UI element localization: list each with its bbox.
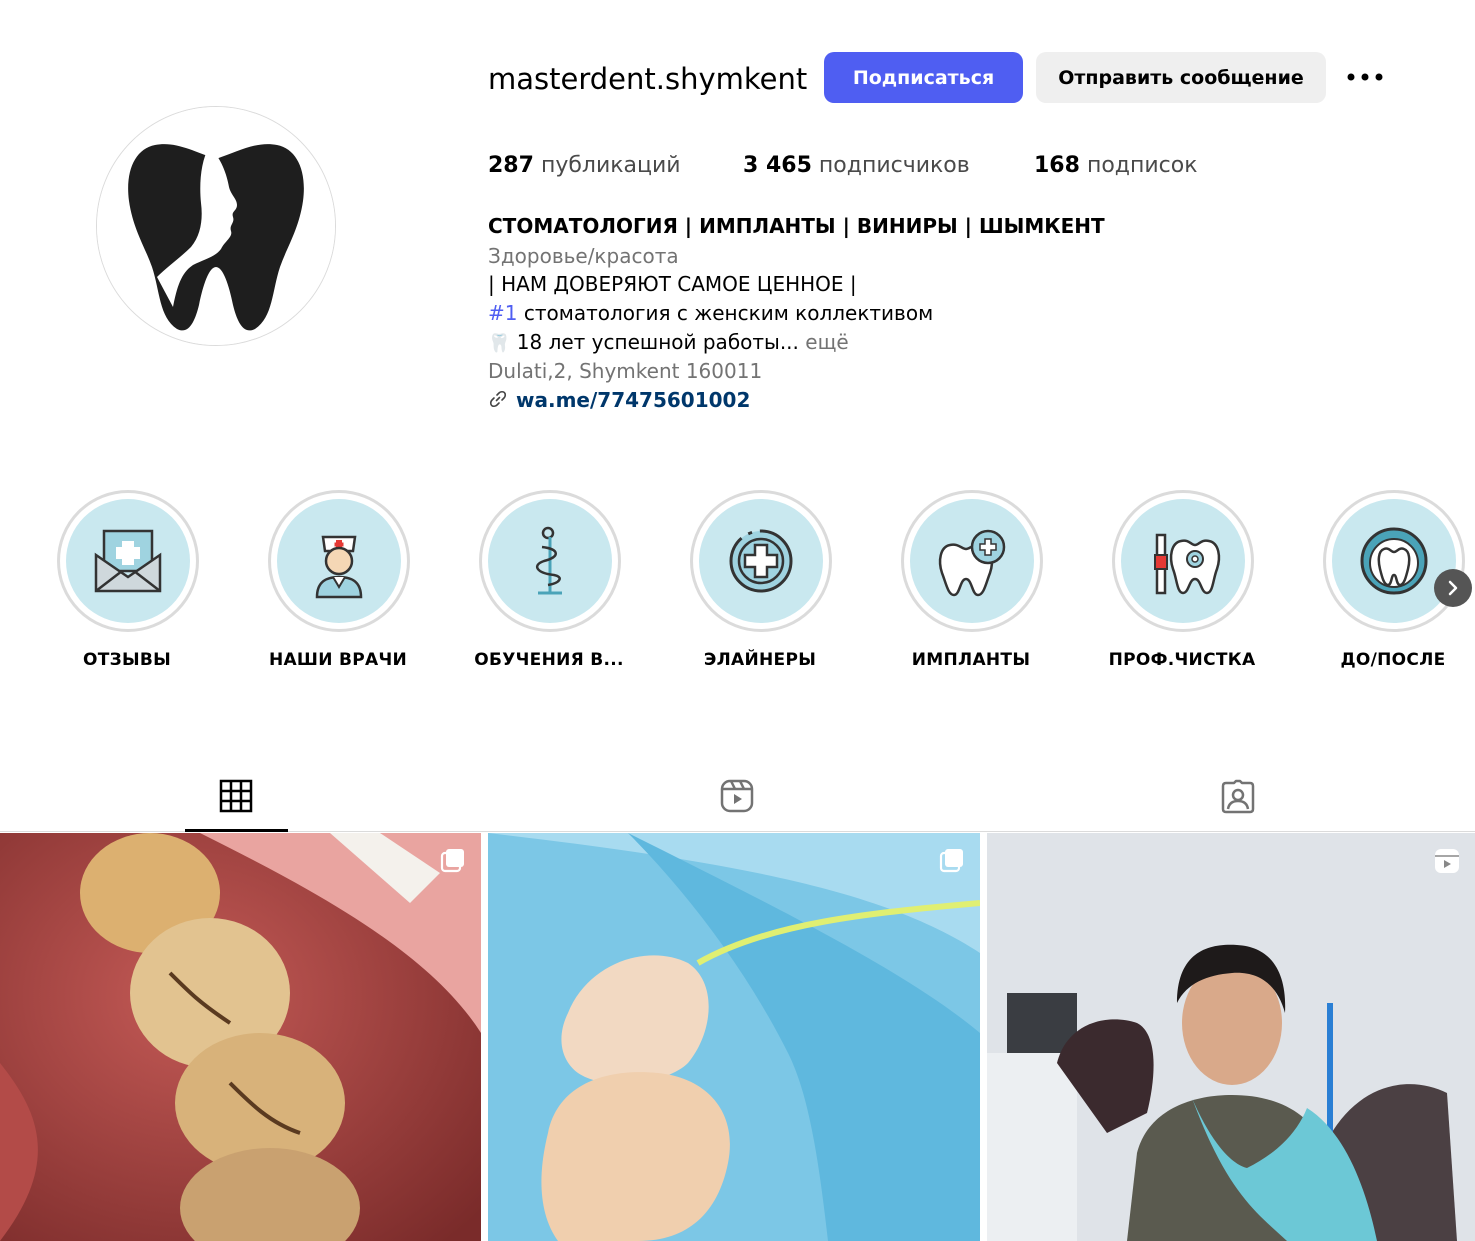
post-thumbnail[interactable] [0, 833, 481, 1241]
highlight-prof-chistka[interactable]: ПРОФ.ЧИСТКА [1109, 490, 1258, 670]
bio-line-text: стоматология с женским коллективом [517, 301, 934, 325]
highlight-ring[interactable] [901, 490, 1043, 632]
bio-line-text: 18 лет успешной работы... [516, 330, 799, 354]
patient-video-image [987, 833, 1475, 1241]
bio-link-text: wa.me/77475601002 [516, 388, 751, 412]
bio-link[interactable]: wa.me/77475601002 [488, 386, 750, 416]
following-stat[interactable]: 168 подписок [1034, 150, 1198, 182]
profile-username: masterdent.shymkent [488, 62, 808, 96]
highlight-ring[interactable] [268, 490, 410, 632]
profile-avatar[interactable] [96, 106, 336, 346]
reels-icon [720, 779, 754, 813]
crown-floss-image [488, 833, 980, 1241]
medical-cross-icon [729, 529, 793, 593]
highlight-label: ДО/ПОСЛЕ [1340, 650, 1446, 670]
bio-category: Здоровье/красота [488, 244, 679, 268]
teeth-closeup-image [0, 833, 481, 1241]
highlight-nashi-vrachi[interactable]: НАШИ ВРАЧИ [268, 490, 414, 670]
hashtag-link[interactable]: #1 [488, 301, 517, 325]
post-thumbnail[interactable] [488, 833, 980, 1241]
envelope-medical-icon [94, 529, 162, 593]
chevron-right-icon [1448, 580, 1458, 596]
grid-icon [219, 779, 253, 813]
highlight-label: НАШИ ВРАЧИ [268, 650, 408, 670]
tagged-user-icon [1221, 779, 1255, 814]
followers-stat[interactable]: 3 465 подписчиков [743, 150, 970, 182]
tab-tagged[interactable] [1216, 774, 1260, 818]
more-options-icon[interactable] [1343, 62, 1387, 92]
following-count: 168 [1034, 153, 1080, 178]
tooth-plus-icon [938, 529, 1006, 597]
bio-line: 🦷 18 лет успешной работы... ещё [488, 328, 849, 358]
caduceus-icon [535, 526, 562, 595]
posts-count-stat: 287 публикаций [488, 150, 681, 182]
bio-line: | НАМ ДОВЕРЯЮТ САМОЕ ЦЕННОЕ | [488, 272, 857, 296]
highlight-label: ИМПЛАНТЫ [911, 650, 1031, 670]
highlight-ring[interactable] [1323, 490, 1465, 632]
highlight-label: ПРОФ.ЧИСТКА [1108, 650, 1256, 670]
highlight-implanty[interactable]: ИМПЛАНТЫ [901, 490, 1047, 670]
highlight-obucheniya[interactable]: ОБУЧЕНИЯ В... [474, 490, 625, 670]
tab-reels[interactable] [715, 774, 759, 818]
highlights-next-button[interactable] [1434, 569, 1472, 607]
bio-more-link[interactable]: ещё [799, 330, 848, 354]
highlight-otzyvy[interactable]: ОТЗЫВЫ [57, 490, 203, 670]
highlight-label: ОБУЧЕНИЯ В... [474, 650, 624, 670]
reel-icon [1433, 847, 1461, 875]
highlight-ring[interactable] [690, 490, 832, 632]
posts-label: публикаций [540, 153, 681, 178]
following-label: подписок [1086, 153, 1198, 178]
highlight-ring[interactable] [479, 490, 621, 632]
highlight-ring[interactable] [57, 490, 199, 632]
followers-label: подписчиков [818, 153, 970, 178]
highlight-elaynery[interactable]: ЭЛАЙНЕРЫ [690, 490, 836, 670]
nurse-icon [315, 535, 363, 599]
tooth-emoji-icon: 🦷 [488, 333, 511, 354]
carousel-icon [938, 847, 966, 875]
bio-address: Dulati,2, Shymkent 160011 [488, 359, 763, 383]
post-thumbnail[interactable] [987, 833, 1475, 1241]
active-tab-indicator [185, 829, 288, 832]
follow-button[interactable]: Подписаться [824, 52, 1023, 103]
highlight-do-posle[interactable]: ДО/ПОСЛЕ [1323, 490, 1469, 670]
link-icon [488, 388, 508, 416]
carousel-icon [439, 847, 467, 875]
tab-posts[interactable] [214, 774, 258, 818]
bio-line: #1 стоматология с женским коллективом [488, 299, 933, 327]
send-message-button[interactable]: Отправить сообщение [1036, 52, 1326, 103]
highlight-label: ОТЗЫВЫ [82, 650, 172, 670]
highlight-ring[interactable] [1112, 490, 1254, 632]
tooth-circle-icon [1360, 527, 1428, 595]
posts-count: 287 [488, 153, 534, 178]
bio-title: СТОМАТОЛОГИЯ | ИМПЛАНТЫ | ВИНИРЫ | ШЫМКЕ… [488, 214, 1105, 238]
highlight-label: ЭЛАЙНЕРЫ [703, 650, 817, 670]
followers-count: 3 465 [743, 153, 812, 178]
tooth-logo-icon [97, 107, 335, 345]
tooth-cleaning-icon [1154, 533, 1221, 595]
